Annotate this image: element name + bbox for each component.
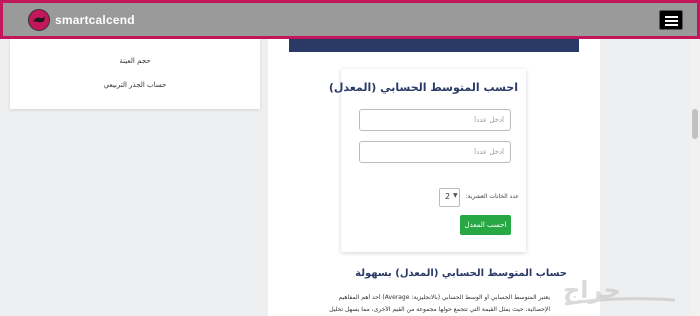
article-heading: حساب المتوسط الحسابي (المعدل) بسهولة bbox=[355, 268, 567, 279]
decimals-value: 2 bbox=[445, 192, 451, 201]
calculate-average-button[interactable]: احسب المعدل bbox=[460, 215, 511, 235]
chevron-down-icon: ▼ bbox=[453, 192, 458, 199]
sidebar-item-sample-size[interactable]: حجم العينة bbox=[10, 57, 260, 65]
top-header: smartcalcend bbox=[0, 0, 700, 39]
page-scrollbar[interactable] bbox=[690, 39, 700, 316]
site-logo-text[interactable]: smartcalcend bbox=[55, 13, 135, 27]
navigation-bar bbox=[289, 39, 579, 52]
number-input-2[interactable] bbox=[359, 141, 511, 163]
article-line-2: الإحصائية، حيث يمثل القيمة التي تتجمع حو… bbox=[329, 306, 550, 313]
sidebar-item-square-root[interactable]: حساب الجذر التربيعي bbox=[10, 81, 260, 89]
hamburger-icon bbox=[665, 16, 678, 18]
logo-icon[interactable] bbox=[28, 9, 50, 31]
decimals-select[interactable]: 2 ▼ bbox=[439, 188, 460, 207]
decimals-row: 2 ▼ عدد الخانات العشرية: bbox=[439, 188, 519, 208]
calculator-card: احسب المتوسط الحسابي (المعدل) 2 ▼ عدد ال… bbox=[329, 69, 526, 252]
sidebar: حجم العينة حساب الجذر التربيعي bbox=[10, 39, 260, 109]
watermark-logo: حراج bbox=[563, 276, 676, 306]
article-line-1: يعتبر المتوسط الحسابي أو الوسط الحسابي (… bbox=[338, 294, 550, 301]
calculator-title: احسب المتوسط الحسابي (المعدل) bbox=[328, 81, 518, 94]
menu-toggle-button[interactable] bbox=[659, 10, 683, 30]
decimals-label: عدد الخانات العشرية: bbox=[465, 193, 519, 200]
number-input-1[interactable] bbox=[359, 109, 511, 131]
scrollbar-thumb[interactable] bbox=[692, 109, 698, 139]
